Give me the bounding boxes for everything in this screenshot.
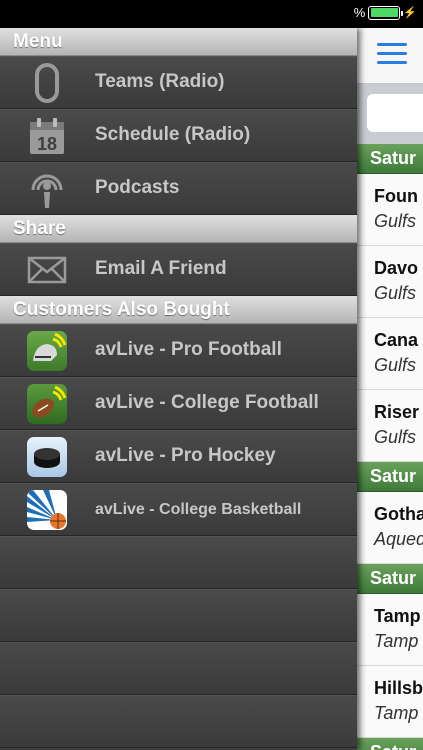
oval-ring-icon (26, 63, 68, 103)
game-venue: Tamp (374, 703, 419, 723)
menu-item-label: avLive - College Basketball (95, 501, 302, 518)
game-title: Riser (374, 402, 420, 422)
game-venue: Tamp (374, 631, 419, 651)
game-title: Hillsb (374, 678, 423, 698)
battery-percent: % (353, 5, 366, 20)
battery-level (370, 8, 398, 17)
status-bar: % ⚡ (0, 0, 423, 28)
game-row[interactable]: Tamp Tamp (357, 594, 423, 666)
menu-item-label: avLive - Pro Football (95, 339, 282, 360)
day-header: Satur (357, 564, 423, 594)
status-right: % ⚡ (354, 5, 417, 20)
menu-item-pro-football[interactable]: avLive - Pro Football (0, 324, 357, 377)
pro-football-app-icon (26, 331, 68, 371)
empty-row (0, 695, 357, 748)
envelope-icon (26, 250, 68, 290)
day-header: Satur (357, 462, 423, 492)
day-header: Satur (357, 144, 423, 174)
menu-item-label: avLive - College Football (95, 392, 319, 413)
menu-item-email-friend[interactable]: Email A Friend (0, 243, 357, 296)
game-title: Davo (374, 258, 419, 278)
empty-row (0, 642, 357, 695)
pro-hockey-app-icon (26, 437, 68, 477)
game-venue: Aqued (374, 529, 423, 549)
game-venue: Gulfs (374, 283, 417, 303)
menu-item-label: avLive - Pro Hockey (95, 445, 276, 466)
game-row[interactable]: Gotha Aqued (357, 492, 423, 564)
main-panel: Satur Foun Gulfs Davo Gulfs Cana Gulfs R… (357, 28, 423, 750)
game-title: Tamp (374, 606, 421, 626)
nav-bar (357, 28, 423, 84)
game-title: Gotha (374, 504, 423, 524)
game-title: Cana (374, 330, 419, 350)
section-header-menu: Menu (0, 28, 357, 56)
menu-item-teams[interactable]: Teams (Radio) (0, 56, 357, 109)
menu-item-label: Schedule (Radio) (95, 124, 251, 145)
menu-item-label: Email A Friend (95, 258, 227, 279)
menu-hamburger-icon[interactable] (377, 43, 407, 65)
game-row[interactable]: Hillsb Tamp (357, 666, 423, 738)
empty-row (0, 589, 357, 642)
game-row[interactable]: Riser Gulfs (357, 390, 423, 462)
section-header-share: Share (0, 215, 357, 243)
game-venue: Gulfs (374, 211, 417, 231)
menu-item-schedule[interactable]: 18 Schedule (Radio) (0, 109, 357, 162)
day-header: Satur (357, 738, 423, 750)
search-bar (357, 84, 423, 144)
section-header-customers-also-bought: Customers Also Bought (0, 296, 357, 324)
menu-item-college-basketball[interactable]: avLive - College Basketball (0, 483, 357, 536)
game-row[interactable]: Davo Gulfs (357, 246, 423, 318)
game-row[interactable]: Cana Gulfs (357, 318, 423, 390)
calendar-day: 18 (37, 134, 57, 154)
menu-item-podcasts[interactable]: Podcasts (0, 162, 357, 215)
game-row[interactable]: Foun Gulfs (357, 174, 423, 246)
game-venue: Gulfs (374, 355, 417, 375)
game-venue: Gulfs (374, 427, 417, 447)
college-basketball-app-icon (26, 490, 68, 530)
college-football-app-icon (26, 384, 68, 424)
menu-item-pro-hockey[interactable]: avLive - Pro Hockey (0, 430, 357, 483)
menu-item-college-football[interactable]: avLive - College Football (0, 377, 357, 430)
calendar-icon: 18 (26, 116, 68, 156)
charging-icon: ⚡ (403, 7, 417, 19)
menu-item-label: Podcasts (95, 177, 180, 198)
search-input[interactable] (367, 94, 423, 132)
side-drawer: Menu Teams (Radio) 18 Schedule (Radio) P… (0, 28, 357, 750)
podcast-icon (26, 169, 68, 209)
game-title: Foun (374, 186, 418, 206)
empty-row (0, 536, 357, 589)
menu-item-label: Teams (Radio) (95, 71, 225, 92)
battery-icon (368, 5, 404, 20)
